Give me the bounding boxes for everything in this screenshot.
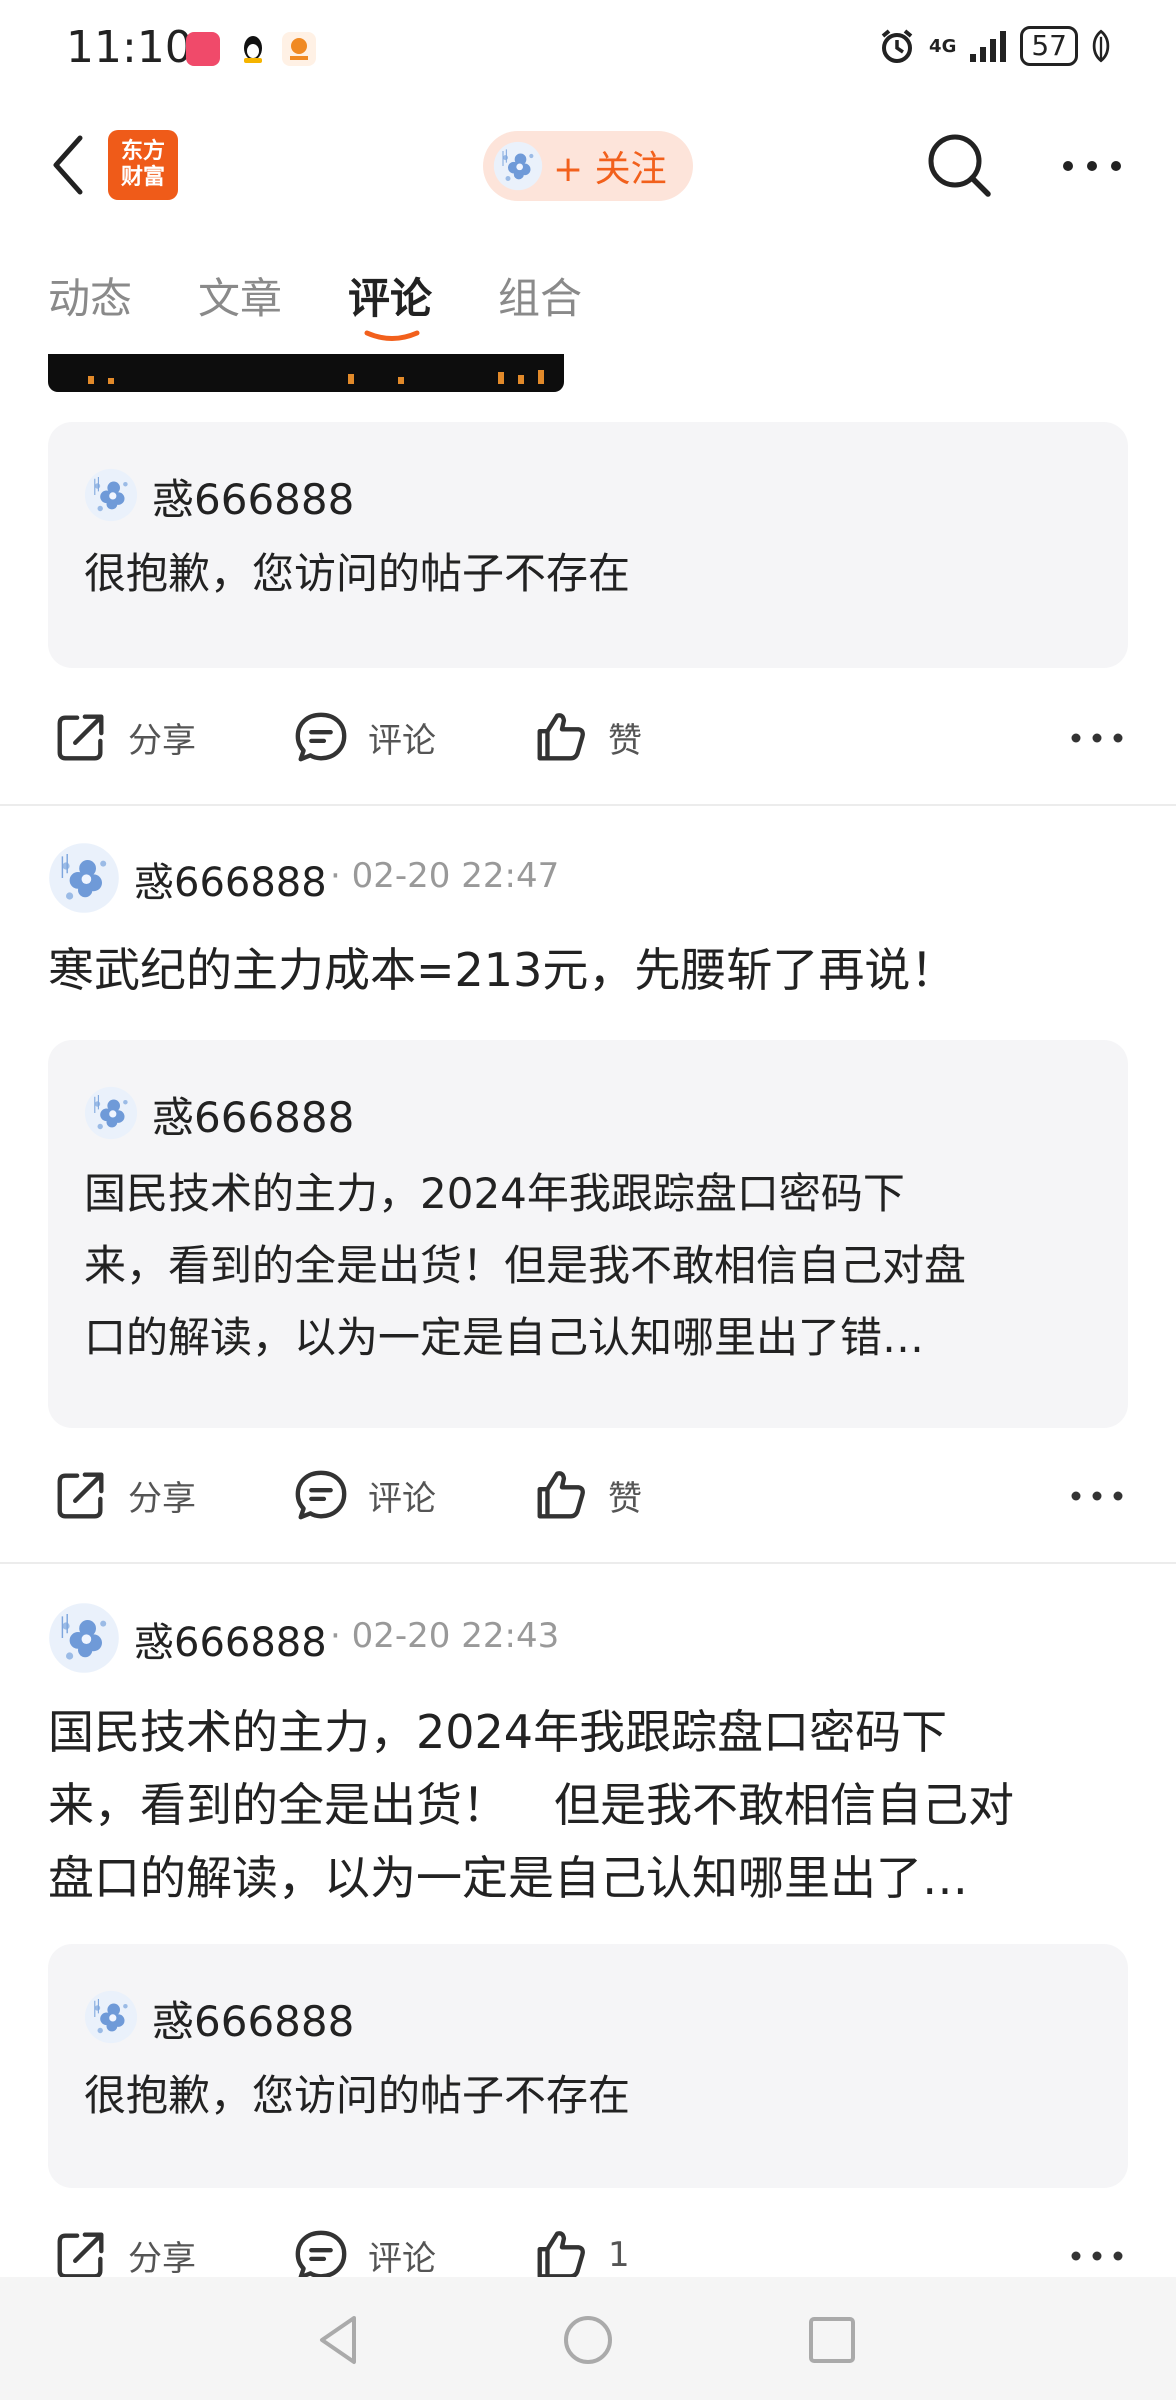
comment-icon [292, 1466, 350, 1524]
comment-icon [292, 708, 350, 766]
quoted-username[interactable]: 惑666888 [152, 1084, 354, 1145]
comment-label: 评论 [368, 720, 436, 761]
comment-label: 评论 [368, 1478, 436, 1519]
quoted-post-card[interactable]: 惑666888 很抱歉，您访问的帖子不存在 [48, 1944, 1128, 2188]
divider [0, 1562, 1176, 1564]
like-button[interactable]: 赞 [532, 708, 642, 766]
post-text[interactable]: 寒武纪的主力成本=213元，先腰斩了再说！ [48, 934, 1128, 1007]
like-button[interactable]: 赞 [532, 1466, 642, 1524]
like-icon [532, 708, 590, 766]
app-notification-icon [186, 32, 220, 66]
comment-button[interactable]: 评论 [292, 2226, 436, 2284]
quoted-post-card[interactable]: 惑666888 很抱歉，您访问的帖子不存在 [48, 422, 1128, 668]
network-label: 4G [929, 35, 957, 57]
app-logo[interactable]: 东方 财富 [108, 130, 178, 200]
separator-dot: · [330, 856, 341, 896]
share-icon [52, 1466, 110, 1524]
comment-button[interactable]: 评论 [292, 1466, 436, 1524]
signal-icon [970, 31, 1007, 62]
like-icon [532, 2226, 590, 2284]
avatar [84, 468, 138, 522]
post-text-line: 国民技术的主力，2024年我跟踪盘口密码下 [48, 1705, 948, 1759]
follow-button[interactable]: + 关注 [483, 131, 693, 201]
share-icon [52, 2226, 110, 2284]
quoted-text: 很抱歉，您访问的帖子不存在 [84, 549, 631, 598]
share-button[interactable]: 分享 [52, 708, 196, 766]
share-icon [52, 708, 110, 766]
qq-icon [236, 32, 270, 66]
back-arrow-icon[interactable] [46, 130, 90, 200]
divider [0, 804, 1176, 806]
like-count: 1 [608, 2235, 630, 2275]
more-options-icon[interactable] [1070, 1486, 1124, 1506]
nav-home-icon[interactable] [558, 2310, 618, 2370]
post-time: 02-20 22:43 [351, 1616, 560, 1656]
avatar [84, 1990, 138, 2044]
logo-line1: 东方 [120, 139, 165, 164]
comment-button[interactable]: 评论 [292, 708, 436, 766]
post-time: 02-20 22:47 [351, 856, 560, 896]
leaf-icon [1092, 29, 1110, 63]
active-tab-indicator [364, 330, 420, 341]
quoted-post-card[interactable]: 惑666888 国民技术的主力，2024年我跟踪盘口密码下 来，看到的全是出货！… [48, 1040, 1128, 1428]
search-icon[interactable] [924, 130, 994, 200]
post-username[interactable]: 惑666888 [134, 850, 327, 908]
more-options-icon[interactable] [1070, 2246, 1124, 2266]
tab-portfolio[interactable]: 组合 [498, 265, 582, 326]
separator-dot: · [330, 1616, 341, 1656]
post-image[interactable] [48, 354, 564, 392]
post-meta: · 02-20 22:43 [330, 1616, 559, 1656]
more-options-icon[interactable] [1060, 148, 1124, 184]
share-label: 分享 [128, 720, 196, 761]
nav-recents-icon[interactable] [802, 2310, 862, 2370]
quoted-text: 很抱歉，您访问的帖子不存在 [84, 2071, 631, 2120]
tab-articles[interactable]: 文章 [198, 265, 282, 326]
quoted-text-line: 国民技术的主力，2024年我跟踪盘口密码下 [84, 1169, 905, 1218]
comment-icon [292, 2226, 350, 2284]
alarm-icon [881, 29, 913, 63]
avatar[interactable] [48, 842, 120, 914]
more-options-icon[interactable] [1070, 728, 1124, 748]
share-label: 分享 [128, 1478, 196, 1519]
logo-line2: 财富 [120, 165, 165, 190]
status-time: 11:10 [66, 22, 193, 73]
battery-icon: 57 [1020, 26, 1078, 66]
avatar [84, 1086, 138, 1140]
share-button[interactable]: 分享 [52, 2226, 196, 2284]
comment-label: 评论 [368, 2238, 436, 2279]
quoted-username[interactable]: 惑666888 [152, 466, 354, 527]
follow-label: + 关注 [553, 149, 667, 190]
status-right: 4G 57 [877, 26, 1112, 66]
quoted-text-line: 来，看到的全是出货！但是我不敢相信自己对盘 [84, 1241, 967, 1290]
app-icon [282, 32, 316, 66]
nav-back-icon[interactable] [310, 2310, 370, 2370]
quoted-text-line: 口的解读，以为一定是自己认知哪里出了错… [84, 1313, 925, 1362]
post-meta: · 02-20 22:47 [330, 856, 559, 896]
like-label: 赞 [608, 720, 642, 761]
tab-comments[interactable]: 评论 [348, 265, 432, 326]
like-icon [532, 1466, 590, 1524]
avatar [493, 141, 543, 191]
share-button[interactable]: 分享 [52, 1466, 196, 1524]
quoted-text: 国民技术的主力，2024年我跟踪盘口密码下 来，看到的全是出货！但是我不敢相信自… [84, 1158, 1092, 1374]
tab-dynamics[interactable]: 动态 [48, 265, 132, 326]
share-label: 分享 [128, 2238, 196, 2279]
quoted-username[interactable]: 惑666888 [152, 1988, 354, 2049]
post-text-line: 来，看到的全是出货！ 但是我不敢相信自己对 [48, 1778, 1014, 1832]
post-text-line: 盘口的解读，以为一定是自己认知哪里出了… [48, 1851, 968, 1905]
like-label: 赞 [608, 1478, 642, 1519]
like-button[interactable]: 1 [532, 2226, 630, 2284]
avatar[interactable] [48, 1602, 120, 1674]
post-username[interactable]: 惑666888 [134, 1610, 327, 1668]
post-text[interactable]: 国民技术的主力，2024年我跟踪盘口密码下 来，看到的全是出货！ 但是我不敢相信… [48, 1696, 1128, 1915]
